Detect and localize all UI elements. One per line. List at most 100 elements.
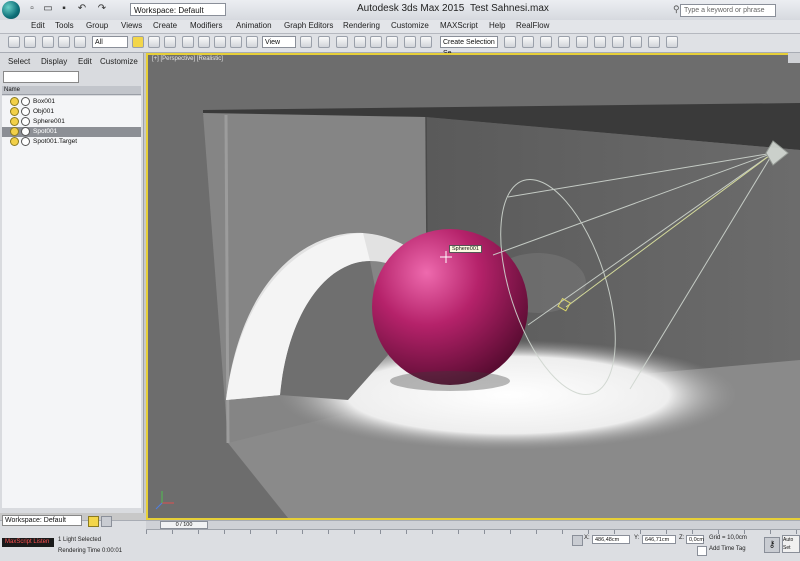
- menu-graph-editors[interactable]: Graph Editors: [284, 21, 333, 30]
- light-bulb-icon[interactable]: [10, 137, 19, 146]
- select-by-name-icon[interactable]: [148, 36, 160, 48]
- lock-icon[interactable]: [88, 516, 99, 527]
- named-selection-set-dropdown[interactable]: Create Selection Se: [440, 36, 498, 57]
- y-coordinate-field[interactable]: 646,71cm: [642, 535, 676, 544]
- search-icon[interactable]: ⚲: [673, 4, 680, 15]
- menu-modifiers[interactable]: Modifiers: [190, 21, 222, 30]
- file-title: Test Sahnesi.max: [470, 3, 549, 14]
- viewport-corner: [788, 53, 800, 63]
- layer-icon[interactable]: [101, 516, 112, 527]
- light-bulb-icon[interactable]: [10, 107, 19, 116]
- place-icon[interactable]: [246, 36, 258, 48]
- viewport-label[interactable]: [+] [Perspective] [Realistic]: [152, 56, 223, 62]
- search-input[interactable]: Type a keyword or phrase: [680, 4, 776, 17]
- workspace-dropdown[interactable]: Workspace: Default: [130, 3, 226, 16]
- angle-snap-icon[interactable]: [370, 36, 382, 48]
- move-icon[interactable]: [198, 36, 210, 48]
- save-icon[interactable]: ▪: [58, 3, 70, 15]
- maxscript-listener[interactable]: MaxScript Listen: [2, 538, 54, 547]
- perspective-viewport[interactable]: [148, 55, 800, 518]
- app-logo-icon[interactable]: [2, 1, 20, 19]
- open-file-icon[interactable]: ▭: [42, 3, 54, 15]
- transform-mode-icon[interactable]: [572, 535, 583, 546]
- time-slider-track[interactable]: [146, 521, 800, 530]
- window-crossing-icon[interactable]: [182, 36, 194, 48]
- auto-set-key-button[interactable]: Auto Set: [782, 535, 800, 553]
- list-item[interactable]: Box001: [2, 97, 141, 107]
- align-icon[interactable]: [522, 36, 534, 48]
- mirror-icon[interactable]: [504, 36, 516, 48]
- select-object-icon[interactable]: [132, 36, 144, 48]
- scale-icon[interactable]: [230, 36, 242, 48]
- tab-display[interactable]: Display: [41, 57, 67, 66]
- undo-icon[interactable]: ↶: [76, 3, 88, 15]
- visibility-icon[interactable]: [21, 137, 30, 146]
- column-header-name[interactable]: Name: [2, 86, 141, 95]
- selection-filter-dropdown[interactable]: All: [92, 36, 128, 48]
- menu-customize[interactable]: Customize: [391, 21, 429, 30]
- unlink-icon[interactable]: [58, 36, 70, 48]
- menu-rendering[interactable]: Rendering: [343, 21, 380, 30]
- menu-animation[interactable]: Animation: [236, 21, 272, 30]
- list-item[interactable]: Obj001: [2, 107, 141, 117]
- ribbon-toggle-icon[interactable]: [558, 36, 570, 48]
- key-icon[interactable]: ⚷: [764, 537, 780, 553]
- bind-space-warp-icon[interactable]: [74, 36, 86, 48]
- rectangular-selection-icon[interactable]: [164, 36, 176, 48]
- render-setup-icon[interactable]: [630, 36, 642, 48]
- light-bulb-icon[interactable]: [10, 127, 19, 136]
- curve-editor-icon[interactable]: [576, 36, 588, 48]
- menu-views[interactable]: Views: [121, 21, 142, 30]
- redo-tool-icon[interactable]: [24, 36, 36, 48]
- list-item-selected[interactable]: Spot001: [2, 127, 141, 137]
- workspace-selector[interactable]: Workspace: Default: [2, 515, 82, 526]
- redo-icon[interactable]: ↷: [96, 3, 108, 15]
- pivot-center-icon[interactable]: [300, 36, 312, 48]
- undo-tool-icon[interactable]: [8, 36, 20, 48]
- menu-help[interactable]: Help: [489, 21, 505, 30]
- spinner-snap-icon[interactable]: [404, 36, 416, 48]
- tab-edit[interactable]: Edit: [78, 57, 92, 66]
- rotate-icon[interactable]: [214, 36, 226, 48]
- z-coordinate-field[interactable]: 0,0cm: [686, 535, 704, 544]
- visibility-icon[interactable]: [21, 127, 30, 136]
- layer-explorer-icon[interactable]: [540, 36, 552, 48]
- add-time-tag[interactable]: Add Time Tag: [709, 546, 746, 552]
- light-bulb-icon[interactable]: [10, 97, 19, 106]
- link-icon[interactable]: [42, 36, 54, 48]
- new-file-icon[interactable]: ▫: [26, 3, 38, 15]
- menu-maxscript[interactable]: MAXScript: [440, 21, 478, 30]
- keyboard-shortcut-icon[interactable]: [336, 36, 348, 48]
- tab-select[interactable]: Select: [8, 57, 30, 66]
- menu-tools[interactable]: Tools: [55, 21, 74, 30]
- time-slider-thumb[interactable]: 0 / 100: [160, 521, 208, 529]
- menu-realflow[interactable]: RealFlow: [516, 21, 549, 30]
- reference-coordinate-dropdown[interactable]: View: [262, 36, 296, 48]
- select-manipulate-icon[interactable]: [318, 36, 330, 48]
- edit-named-selection-icon[interactable]: [420, 36, 432, 48]
- x-label: X:: [584, 535, 590, 541]
- y-label: Y:: [634, 535, 640, 541]
- list-item[interactable]: Sphere001: [2, 117, 141, 127]
- light-bulb-icon[interactable]: [10, 117, 19, 126]
- schematic-view-icon[interactable]: [594, 36, 606, 48]
- render-production-icon[interactable]: [666, 36, 678, 48]
- rendered-frame-window-icon[interactable]: [648, 36, 660, 48]
- explorer-search-field[interactable]: [3, 71, 79, 83]
- menu-group[interactable]: Group: [86, 21, 108, 30]
- menu-edit[interactable]: Edit: [31, 21, 45, 30]
- list-item-label: Spot001.Target: [33, 138, 78, 146]
- viewport-scene: [148, 55, 800, 518]
- tab-customize[interactable]: Customize: [100, 57, 138, 66]
- percent-snap-icon[interactable]: [386, 36, 398, 48]
- timeline-ruler[interactable]: [146, 530, 800, 534]
- menu-create[interactable]: Create: [153, 21, 177, 30]
- time-tag-checkbox[interactable]: [697, 546, 707, 556]
- list-item[interactable]: Spot001.Target: [2, 137, 141, 147]
- visibility-icon[interactable]: [21, 97, 30, 106]
- visibility-icon[interactable]: [21, 107, 30, 116]
- visibility-icon[interactable]: [21, 117, 30, 126]
- snaps-toggle-icon[interactable]: [354, 36, 366, 48]
- material-editor-icon[interactable]: [612, 36, 624, 48]
- x-coordinate-field[interactable]: 486,48cm: [592, 535, 630, 544]
